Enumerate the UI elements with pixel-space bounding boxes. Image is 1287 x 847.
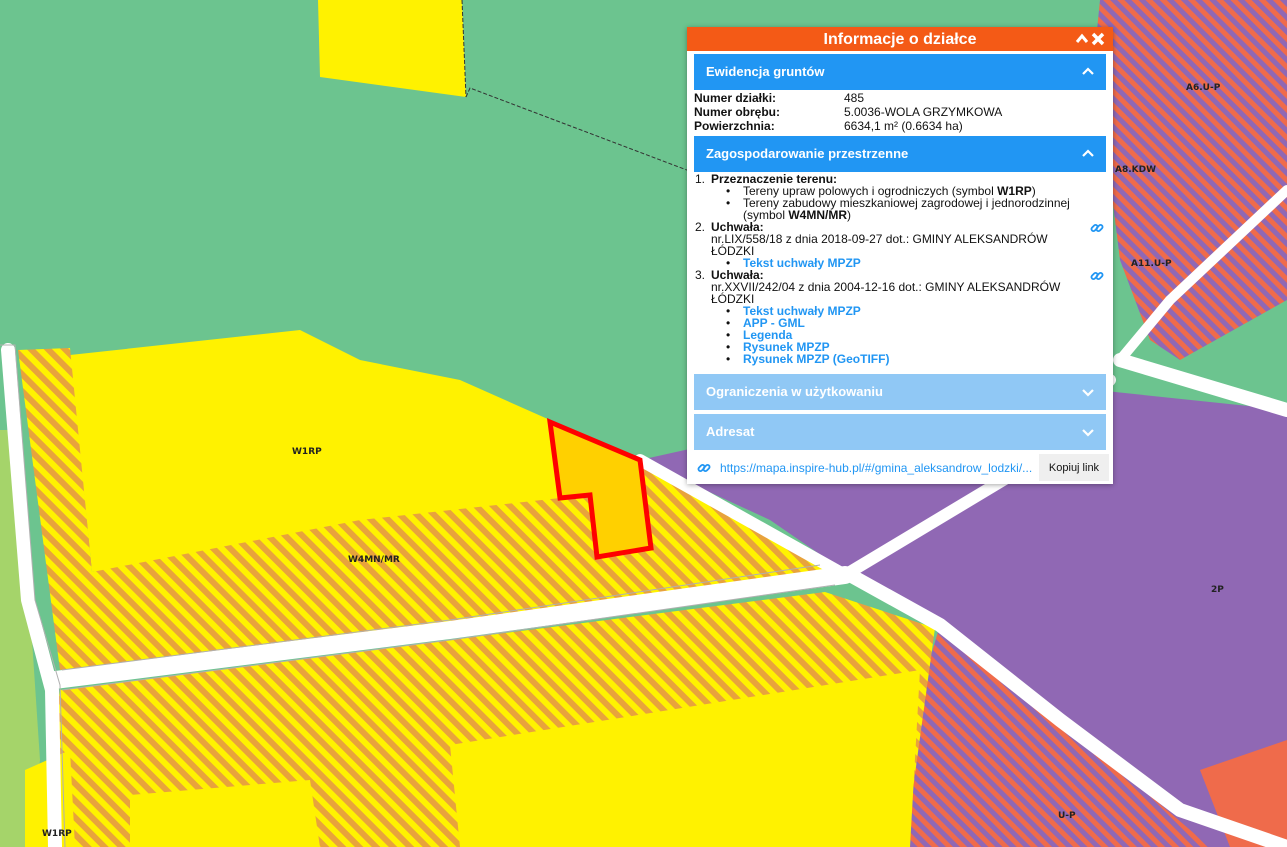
panel-title: Informacje o działce bbox=[823, 31, 977, 48]
parcel-info-panel: Informacje o działce Ewidencja gruntów N… bbox=[687, 27, 1113, 484]
ewidencja-content: Numer działki: 485 Numer obrębu: 5.0036-… bbox=[694, 91, 1106, 133]
parcel-number-label: Numer działki: bbox=[694, 91, 777, 105]
item-number: 2. bbox=[695, 220, 706, 234]
chevron-up-icon bbox=[1082, 67, 1094, 75]
area-value: 6634,1 m² (0.6634 ha) bbox=[844, 119, 963, 133]
section-adresat-title: Adresat bbox=[706, 424, 755, 439]
chevron-down-icon bbox=[1082, 389, 1094, 397]
chevron-down-icon bbox=[1082, 429, 1094, 437]
item-number: 1. bbox=[695, 172, 706, 186]
mpzp-geotiff-link[interactable]: Rysunek MPZP (GeoTIFF) bbox=[743, 352, 889, 366]
section-zagospodarowanie-header[interactable]: Zagospodarowanie przestrzenne bbox=[694, 136, 1106, 172]
section-zagospodarowanie-title: Zagospodarowanie przestrzenne bbox=[706, 146, 909, 161]
panel-header: Informacje o działce bbox=[687, 27, 1113, 51]
zoning-item-2: 2. Uchwała: nr.LIX/558/18 z dnia 2018-09… bbox=[694, 221, 1106, 269]
link-icon[interactable] bbox=[1090, 269, 1104, 283]
share-url[interactable]: https://mapa.inspire-hub.pl/#/gmina_alek… bbox=[720, 461, 1035, 475]
zoning-purpose-w4mn-mr: Tereny zabudowy mieszkaniowej zagrodowej… bbox=[726, 197, 1106, 221]
precinct-number-row: Numer obrębu: 5.0036-WOLA GRZYMKOWA bbox=[694, 105, 1106, 119]
area-row: Powierzchnia: 6634,1 m² (0.6634 ha) bbox=[694, 119, 1106, 133]
map-label-w1rp: W1RP bbox=[292, 447, 322, 457]
copy-link-button[interactable]: Kopiuj link bbox=[1039, 454, 1109, 481]
map-label-w4mn-mr: W4MN/MR bbox=[348, 555, 400, 565]
link-icon[interactable] bbox=[1090, 221, 1104, 235]
collapse-panel-icon[interactable] bbox=[1075, 32, 1089, 46]
zoning-item-3: 3. Uchwała: nr.XXVII/242/04 z dnia 2004-… bbox=[694, 269, 1106, 365]
section-ograniczenia-header[interactable]: Ograniczenia w użytkowaniu bbox=[694, 374, 1106, 410]
item-number: 3. bbox=[695, 268, 706, 282]
parcel-number-row: Numer działki: 485 bbox=[694, 91, 1106, 105]
precinct-number-value: 5.0036-WOLA GRZYMKOWA bbox=[844, 105, 1003, 119]
close-icon[interactable] bbox=[1091, 32, 1105, 46]
section-adresat-header[interactable]: Adresat bbox=[694, 414, 1106, 450]
map-label-2p: 2P bbox=[1211, 585, 1224, 595]
zoning-item-1: 1. Przeznaczenie terenu: Tereny upraw po… bbox=[694, 173, 1106, 221]
link-icon bbox=[697, 464, 711, 472]
section-ograniczenia-title: Ograniczenia w użytkowaniu bbox=[706, 384, 883, 399]
zagospodarowanie-content: 1. Przeznaczenie terenu: Tereny upraw po… bbox=[694, 173, 1106, 365]
parcel-number-value: 485 bbox=[844, 91, 865, 105]
resolution-description: nr.LIX/558/18 z dnia 2018-09-27 dot.: GM… bbox=[711, 232, 1048, 258]
share-link-bar: https://mapa.inspire-hub.pl/#/gmina_alek… bbox=[687, 452, 1113, 484]
map-label-w1rp-corner: W1RP bbox=[42, 829, 72, 839]
area-label: Powierzchnia: bbox=[694, 119, 775, 133]
section-ewidencja-title: Ewidencja gruntów bbox=[706, 64, 825, 79]
map-label-a6-up: A6.U-P bbox=[1186, 83, 1221, 93]
precinct-number-label: Numer obrębu: bbox=[694, 105, 781, 119]
chevron-up-icon bbox=[1082, 149, 1094, 157]
map-label-a11-up: A11.U-P bbox=[1131, 259, 1172, 269]
section-ewidencja-header[interactable]: Ewidencja gruntów bbox=[694, 54, 1106, 90]
map-label-a8-kdw: A8.KDW bbox=[1115, 165, 1156, 175]
map-label-up: U-P bbox=[1058, 811, 1076, 821]
resolution-description: nr.XXVII/242/04 z dnia 2004-12-16 dot.: … bbox=[711, 280, 1061, 306]
